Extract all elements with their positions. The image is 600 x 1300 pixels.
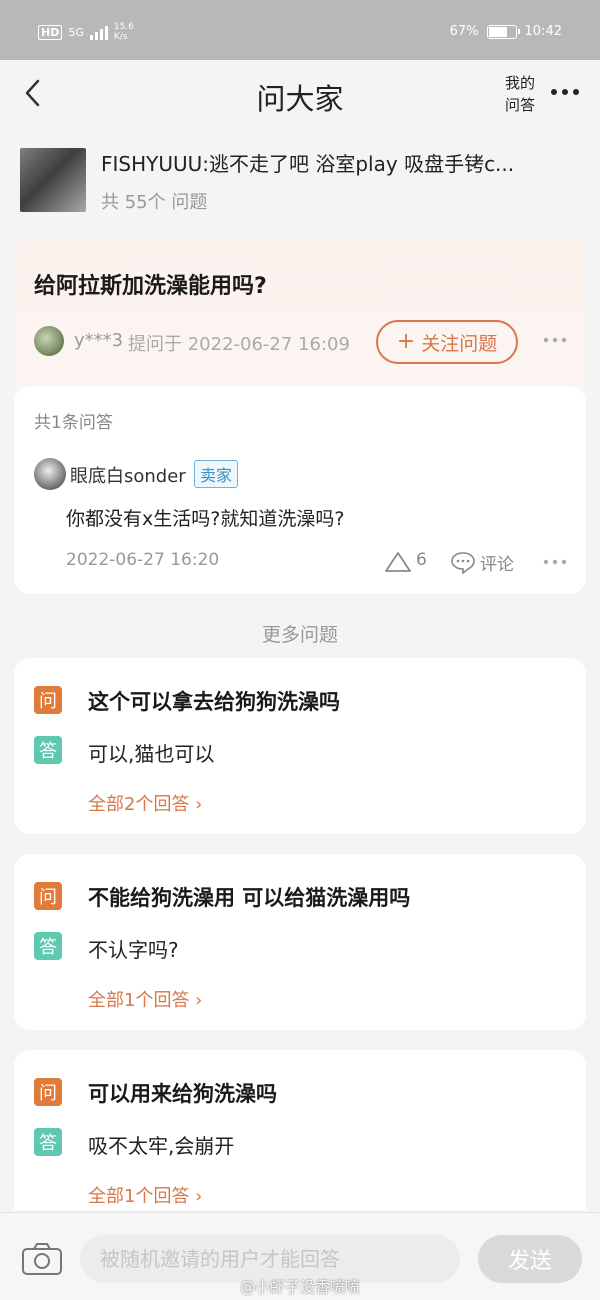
all-answers-link[interactable]: 全部2个回答 › (88, 790, 202, 816)
like-icon[interactable] (384, 550, 412, 574)
question-badge: 问 (34, 1078, 62, 1106)
nav-bar: 问大家 我的 问答 (0, 60, 600, 130)
clock: 10:42 (524, 24, 562, 39)
comment-icon[interactable] (450, 550, 476, 574)
all-answers-link[interactable]: 全部1个回答 › (88, 986, 202, 1012)
answer-badge: 答 (34, 1128, 62, 1156)
product-header[interactable]: FISHYUUU:逃不走了吧 浴室play 吸盘手铐c... 共 55个 问题 (0, 138, 600, 220)
status-bar: HD 5G 15.6 K/s 67% 10:42 (0, 0, 600, 60)
network-type: 5G (68, 25, 84, 39)
more-question-answer: 可以,猫也可以 (88, 742, 215, 766)
answer-more-icon[interactable] (542, 556, 568, 568)
battery-icon (486, 24, 520, 39)
more-question-answer: 吸不太牢,会崩开 (88, 1134, 235, 1158)
more-question-card[interactable]: 问 可以用来给狗洗澡吗 答 吸不太牢,会崩开 全部1个回答 › (14, 1050, 586, 1210)
answer-badge: 答 (34, 736, 62, 764)
answer-time: 2022-06-27 16:20 (66, 550, 220, 570)
comment-button[interactable]: 评论 (480, 550, 514, 575)
question-title: 给阿拉斯加洗澡能用吗? (34, 274, 267, 299)
more-question-answer: 不认字吗? (88, 938, 179, 962)
more-question-text[interactable]: 不能给狗洗澡用 可以给猫洗澡用吗 (88, 882, 410, 912)
more-question-card[interactable]: 问 不能给狗洗澡用 可以给猫洗澡用吗 答 不认字吗? 全部1个回答 › (14, 854, 586, 1030)
plus-icon: + (396, 329, 416, 354)
question-badge: 问 (34, 882, 62, 910)
signal-icon (89, 24, 108, 40)
status-right: 67% 10:42 (450, 24, 562, 39)
follow-question-button[interactable]: + 关注问题 (376, 320, 518, 364)
network-speed: 15.6 K/s (113, 22, 134, 42)
follow-label: 关注问题 (421, 332, 498, 355)
asker-name: y***3 (74, 330, 124, 351)
product-thumbnail[interactable] (20, 148, 86, 212)
more-question-text[interactable]: 这个可以拿去给狗狗洗澡吗 (88, 686, 340, 716)
more-question-card[interactable]: 问 这个可以拿去给狗狗洗澡吗 答 可以,猫也可以 全部2个回答 › (14, 658, 586, 834)
like-count[interactable]: 6 (416, 550, 427, 570)
more-options-icon[interactable] (548, 82, 582, 102)
hd-indicator: HD (38, 24, 63, 40)
more-questions-heading: 更多问题 (261, 624, 338, 646)
all-answers-link[interactable]: 全部1个回答 › (88, 1182, 202, 1208)
product-name: FISHYUUU:逃不走了吧 浴室play 吸盘手铐c... (101, 152, 515, 176)
question-more-icon[interactable] (542, 334, 568, 346)
seller-badge: 卖家 (194, 460, 239, 488)
answerer-avatar[interactable] (34, 458, 66, 490)
ask-time: 提问于 2022-06-27 16:09 (128, 334, 350, 355)
asker-avatar (34, 326, 64, 356)
answer-card: 共1条问答 眼底白sonder 卖家 你都没有x生活吗?就知道洗澡吗? 2022… (14, 386, 586, 594)
answer-text: 你都没有x生活吗?就知道洗澡吗? (66, 508, 345, 530)
question-count: 共 55个 问题 (101, 192, 208, 213)
watermark: @小虾子没香喷喷 (239, 1278, 360, 1296)
answerer-name[interactable]: 眼底白sonder (70, 462, 186, 488)
my-answers-button[interactable]: 我的 问答 (498, 72, 542, 116)
more-question-text[interactable]: 可以用来给狗洗澡吗 (88, 1078, 277, 1108)
question-card: 给阿拉斯加洗澡能用吗? y***3 提问于 2022-06-27 16:09 +… (14, 238, 586, 410)
answer-badge: 答 (34, 932, 62, 960)
battery-percent: 67% (449, 24, 479, 39)
status-left: HD 5G 15.6 K/s (38, 22, 138, 42)
camera-icon[interactable] (20, 1241, 64, 1277)
question-badge: 问 (34, 686, 62, 714)
answer-count: 共1条问答 (34, 413, 113, 433)
